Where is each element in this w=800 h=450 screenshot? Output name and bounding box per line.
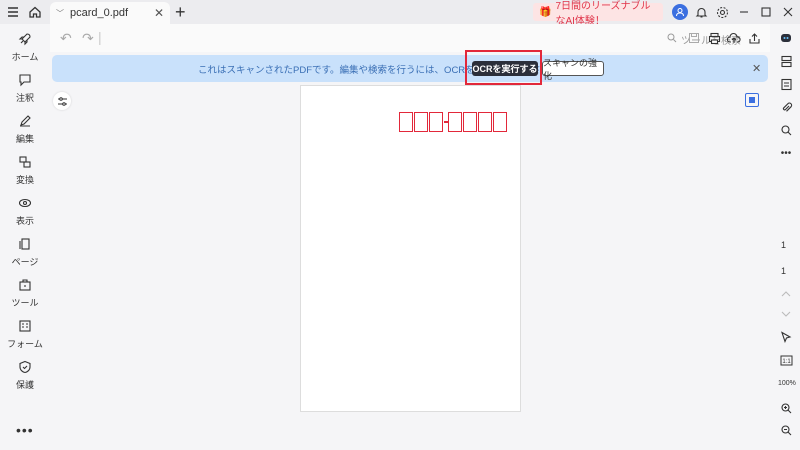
fit-page-icon[interactable]: [745, 93, 759, 107]
annotation-list-icon[interactable]: [778, 76, 794, 92]
sidebar-item-convert[interactable]: 変換: [0, 153, 50, 193]
sidebar-item-label: 編集: [15, 134, 34, 144]
sidebar-item-label: フォーム: [7, 339, 43, 349]
eye-icon: [16, 194, 34, 212]
menu-icon[interactable]: [2, 1, 24, 23]
close-icon[interactable]: ✕: [752, 62, 761, 75]
sidebar-item-label: ページ: [11, 257, 39, 267]
toolbox-icon: [16, 276, 34, 294]
minimize-icon[interactable]: [733, 2, 755, 22]
current-page-number[interactable]: 1: [781, 240, 786, 250]
scroll-up-icon[interactable]: [778, 286, 794, 302]
adjust-settings-icon[interactable]: [53, 92, 71, 110]
maximize-icon[interactable]: [755, 2, 777, 22]
redo-icon[interactable]: ↷: [82, 30, 94, 47]
undo-icon[interactable]: ↶: [60, 30, 72, 47]
more-icon[interactable]: •••: [16, 422, 34, 438]
save-icon[interactable]: [686, 30, 702, 46]
scroll-down-icon[interactable]: [778, 306, 794, 322]
print-icon[interactable]: [706, 30, 722, 46]
new-tab-icon[interactable]: +: [175, 2, 186, 22]
postal-box: [478, 112, 492, 132]
postal-box: [399, 112, 413, 132]
actual-size-icon[interactable]: 1:1: [778, 352, 794, 368]
ocr-button-highlight: [465, 50, 542, 85]
postal-box: [463, 112, 477, 132]
postal-dash: [444, 112, 448, 132]
sidebar-item-label: 変換: [15, 175, 34, 185]
sidebar-item-label: 注釈: [15, 93, 34, 103]
sidebar-item-home[interactable]: ホーム: [0, 30, 50, 70]
promo-text: 7日間のリーズナブルなAI体験！: [555, 1, 651, 27]
sidebar-item-form[interactable]: フォーム: [0, 317, 50, 357]
ai-assistant-icon[interactable]: [778, 30, 794, 46]
more-options-icon[interactable]: •••: [778, 145, 794, 161]
bell-icon[interactable]: [690, 2, 712, 22]
toolbar-divider: |: [98, 29, 102, 45]
sidebar-item-protect[interactable]: 保護: [0, 358, 50, 398]
sidebar-item-label: 保護: [15, 380, 34, 390]
toolbar: ↶ ↷ | ツールを検索: [50, 24, 770, 52]
postal-box: [448, 112, 462, 132]
rocket-icon: [16, 30, 34, 48]
home-icon[interactable]: [24, 1, 46, 23]
sidebar-item-annotate[interactable]: 注釈: [0, 71, 50, 111]
search-icon[interactable]: [778, 122, 794, 138]
share-icon[interactable]: [746, 30, 762, 46]
search-icon: [667, 33, 677, 46]
zoom-in-icon[interactable]: [778, 400, 794, 416]
comment-icon: [16, 71, 34, 89]
gift-icon: 🎁: [539, 6, 552, 18]
enhance-scan-button[interactable]: スキャンの強化: [542, 58, 604, 81]
postal-box: [429, 112, 443, 132]
tab-title: pcard_0.pdf: [70, 7, 129, 19]
avatar[interactable]: [672, 4, 688, 20]
postal-code-boxes: [399, 112, 508, 132]
postal-box: [414, 112, 428, 132]
sidebar-item-label: ホーム: [11, 52, 39, 62]
chevron-down-icon[interactable]: ﹀: [56, 8, 64, 19]
edit-icon: [16, 112, 34, 130]
pdf-page: [300, 85, 521, 412]
form-icon: [16, 317, 34, 335]
promo-badge[interactable]: 🎁 7日間のリーズナブルなAI体験！: [533, 1, 663, 27]
svg-text:1:1: 1:1: [782, 359, 791, 365]
sidebar-item-label: 表示: [15, 216, 34, 226]
left-sidebar: ホーム 注釈 編集 変換 表示 ページ ツール フォーム 保護 •••: [0, 24, 50, 450]
document-tab[interactable]: ﹀ pcard_0.pdf ✕: [50, 2, 170, 24]
thumbnails-icon[interactable]: [778, 53, 794, 69]
close-tab-icon[interactable]: ✕: [154, 6, 164, 20]
app-window: ﹀ pcard_0.pdf ✕ + 🎁 7日間のリーズナブルなAI体験！ ホーム…: [0, 0, 800, 450]
sidebar-item-page[interactable]: ページ: [0, 235, 50, 275]
page-icon: [16, 235, 34, 253]
zoom-level[interactable]: 100%: [778, 380, 796, 387]
sidebar-item-tools[interactable]: ツール: [0, 276, 50, 316]
gear-icon[interactable]: [711, 2, 733, 22]
select-cursor-icon[interactable]: [778, 329, 794, 345]
total-page-number: 1: [781, 266, 787, 276]
close-window-icon[interactable]: [777, 2, 799, 22]
sidebar-item-view[interactable]: 表示: [0, 194, 50, 234]
shield-icon: [16, 358, 34, 376]
postal-box: [493, 112, 507, 132]
title-bar: ﹀ pcard_0.pdf ✕ + 🎁 7日間のリーズナブルなAI体験！: [0, 0, 800, 27]
sidebar-item-edit[interactable]: 編集: [0, 112, 50, 152]
sidebar-item-label: ツール: [11, 298, 39, 308]
convert-icon: [16, 153, 34, 171]
cloud-upload-icon[interactable]: [726, 30, 742, 46]
ocr-banner: これはスキャンされたPDFです。編集や検索を行うには、OCRを実行してください。: [52, 55, 768, 82]
attachment-icon[interactable]: [778, 99, 794, 115]
zoom-out-icon[interactable]: [778, 422, 794, 438]
